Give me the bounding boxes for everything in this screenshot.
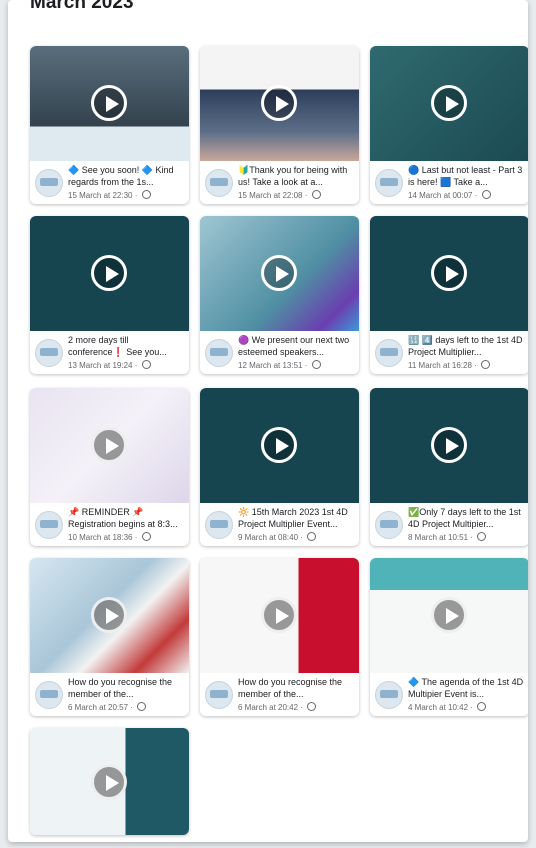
post-date[interactable]: 6 March at 20:57 · [68, 702, 147, 712]
video-card[interactable] [30, 728, 189, 835]
video-thumbnail[interactable] [200, 46, 359, 161]
globe-icon [307, 702, 317, 711]
globe-icon [477, 702, 487, 711]
play-icon[interactable] [91, 427, 127, 463]
video-card[interactable]: ✅Only 7 days left to the 1st 4D Project … [370, 388, 528, 546]
post-caption[interactable]: 📌 REMINDER 📌 Registration begins at 8:3.… [68, 506, 186, 530]
play-icon[interactable] [261, 85, 297, 121]
avatar[interactable] [375, 511, 403, 539]
avatar[interactable] [35, 169, 63, 197]
globe-icon [137, 702, 147, 711]
play-icon[interactable] [431, 255, 467, 291]
post-caption[interactable]: 🔷 The agenda of the 1st 4D Multipier Eve… [408, 676, 526, 700]
video-card[interactable]: How do you recognise the member of the..… [200, 558, 359, 716]
video-thumbnail[interactable] [370, 388, 528, 503]
avatar[interactable] [375, 169, 403, 197]
post-caption[interactable]: 🟣 We present our next two esteemed speak… [238, 334, 356, 358]
post-caption[interactable]: ✅Only 7 days left to the 1st 4D Project … [408, 506, 526, 530]
post-date[interactable]: 9 March at 08:40 · [238, 532, 317, 542]
post-date[interactable]: 15 March at 22:08 · [238, 190, 321, 200]
post-caption[interactable]: How do you recognise the member of the..… [238, 676, 356, 700]
avatar[interactable] [375, 681, 403, 709]
avatar[interactable] [205, 681, 233, 709]
globe-icon [481, 190, 491, 199]
video-card[interactable]: 📌 REMINDER 📌 Registration begins at 8:3.… [30, 388, 189, 546]
play-icon[interactable] [261, 255, 297, 291]
post-date[interactable]: 6 March at 20:42 · [238, 702, 317, 712]
video-thumbnail[interactable] [370, 216, 528, 331]
video-card[interactable]: 🔢 4️⃣ days left to the 1st 4D Project Mu… [370, 216, 528, 374]
avatar[interactable] [35, 339, 63, 367]
video-thumbnail[interactable] [30, 558, 189, 673]
post-date[interactable]: 13 March at 19:24 · [68, 360, 151, 370]
video-thumbnail[interactable] [30, 46, 189, 161]
avatar[interactable] [375, 339, 403, 367]
post-caption[interactable]: 2 more days till conference❗ See you... [68, 334, 186, 358]
month-heading: March 2023 [30, 0, 134, 13]
video-card[interactable]: 🔰Thank you for being with us! Take a loo… [200, 46, 359, 204]
globe-icon [311, 190, 321, 199]
video-card[interactable]: 🔵 Last but not least - Part 3 is here! 🟦… [370, 46, 528, 204]
play-icon[interactable] [431, 85, 467, 121]
play-icon[interactable] [261, 427, 297, 463]
post-date[interactable]: 12 March at 13:51 · [238, 360, 321, 370]
globe-icon [141, 360, 151, 369]
post-caption[interactable]: 🔆 15th March 2023 1st 4D Project Multipl… [238, 506, 356, 530]
play-icon[interactable] [261, 597, 297, 633]
post-date[interactable]: 10 March at 18:36 · [68, 532, 151, 542]
post-caption[interactable]: How do you recognise the member of the..… [68, 676, 186, 700]
globe-icon [481, 360, 490, 369]
play-icon[interactable] [431, 427, 467, 463]
post-caption[interactable]: 🔰Thank you for being with us! Take a loo… [238, 164, 356, 188]
globe-icon [141, 190, 151, 199]
play-icon[interactable] [91, 597, 127, 633]
post-caption[interactable]: 🔢 4️⃣ days left to the 1st 4D Project Mu… [408, 334, 526, 358]
globe-icon [477, 532, 487, 541]
video-card[interactable]: 🔷 See you soon! 🔷 Kind regards from the … [30, 46, 189, 204]
video-thumbnail[interactable] [30, 388, 189, 503]
post-caption[interactable]: 🔷 See you soon! 🔷 Kind regards from the … [68, 164, 186, 188]
avatar[interactable] [205, 339, 233, 367]
play-icon[interactable] [431, 597, 467, 633]
globe-icon [311, 360, 321, 369]
globe-icon [307, 532, 317, 541]
video-thumbnail[interactable] [200, 216, 359, 331]
avatar[interactable] [205, 169, 233, 197]
globe-icon [141, 532, 151, 541]
video-thumbnail[interactable] [30, 216, 189, 331]
post-date[interactable]: 14 March at 00:07 · [408, 190, 491, 200]
video-thumbnail[interactable] [200, 388, 359, 503]
video-card[interactable]: 🔷 The agenda of the 1st 4D Multipier Eve… [370, 558, 528, 716]
video-thumbnail[interactable] [370, 558, 528, 673]
post-caption[interactable]: 🔵 Last but not least - Part 3 is here! 🟦… [408, 164, 526, 188]
post-date[interactable]: 8 March at 10:51 · [408, 532, 487, 542]
play-icon[interactable] [91, 85, 127, 121]
video-thumbnail[interactable] [200, 558, 359, 673]
video-thumbnail[interactable] [370, 46, 528, 161]
page: March 2023 🔷 See you soon! 🔷 Kind regard… [8, 0, 528, 842]
avatar[interactable] [205, 511, 233, 539]
avatar[interactable] [35, 681, 63, 709]
video-card[interactable]: 🔆 15th March 2023 1st 4D Project Multipl… [200, 388, 359, 546]
post-date[interactable]: 4 March at 10:42 · [408, 702, 487, 712]
video-card[interactable]: How do you recognise the member of the..… [30, 558, 189, 716]
avatar[interactable] [35, 511, 63, 539]
play-icon[interactable] [91, 255, 127, 291]
post-date[interactable]: 11 March at 16:28 · [408, 360, 490, 370]
video-card[interactable]: 2 more days till conference❗ See you... … [30, 216, 189, 374]
video-thumbnail[interactable] [30, 728, 189, 835]
play-icon[interactable] [91, 764, 127, 800]
post-date[interactable]: 15 March at 22:30 · [68, 190, 151, 200]
video-card[interactable]: 🟣 We present our next two esteemed speak… [200, 216, 359, 374]
